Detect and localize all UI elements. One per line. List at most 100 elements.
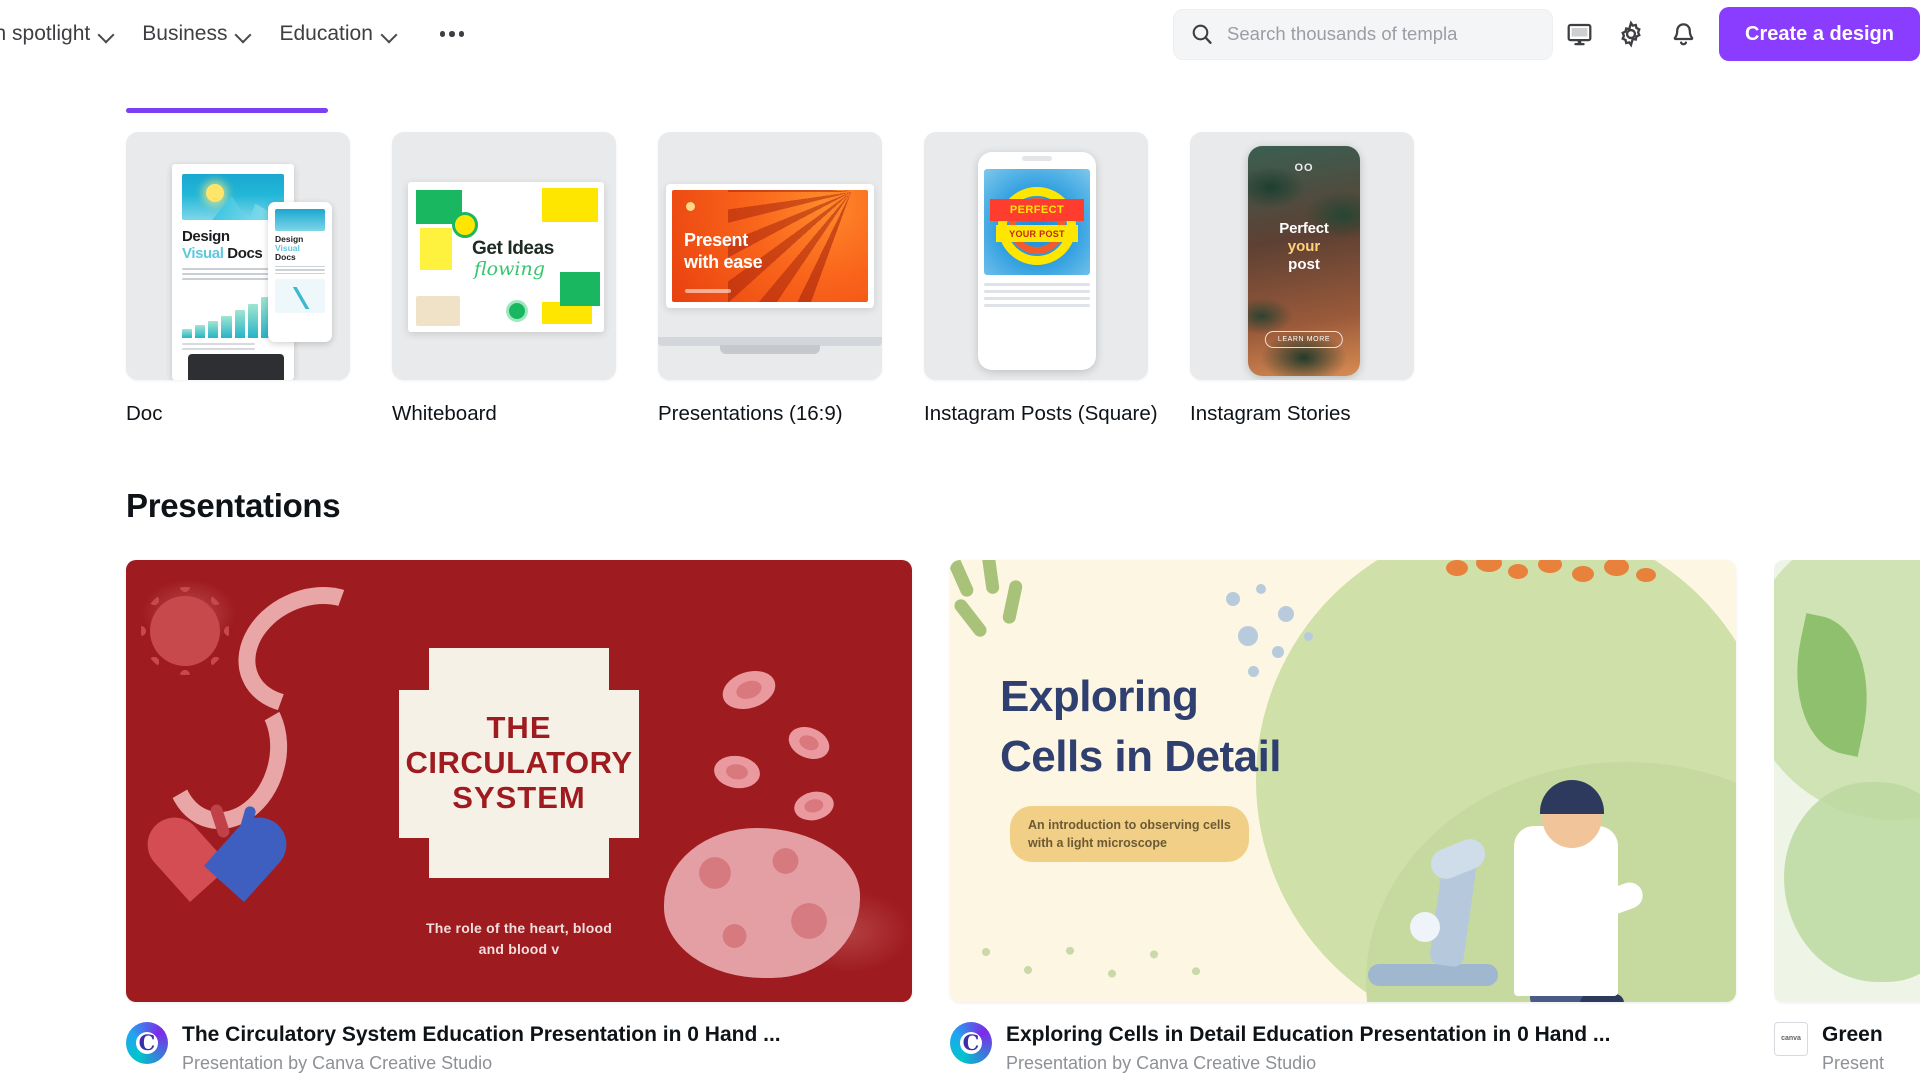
doc-phone-chart	[275, 279, 325, 314]
design-type-card-instagram-posts[interactable]: PERFECT YOUR POST Instagram Posts (Squar…	[924, 132, 1158, 426]
slide-subtitle-line1: The role of the heart, blood	[425, 920, 613, 936]
red-blood-cell	[711, 752, 763, 792]
doc-legend	[182, 343, 284, 350]
design-type-label: Instagram Posts (Square)	[924, 402, 1158, 425]
nav-item-design-spotlight[interactable]: esign spotlight	[0, 13, 128, 55]
cross-shape: THE CIRCULATORY SYSTEM	[399, 648, 639, 879]
design-type-label: Presentations (16:9)	[658, 402, 843, 425]
sun-icon	[206, 184, 224, 202]
post-preview: PERFECT YOUR POST	[984, 169, 1090, 275]
phone-feed-rows	[984, 283, 1090, 307]
template-author: Present	[1822, 1053, 1885, 1074]
post-band-1-text: PERFECT	[1009, 204, 1065, 216]
display-icon	[1567, 23, 1591, 45]
active-tab-indicator	[126, 108, 328, 113]
whiteboard-thumbnail: Get Ideas flowing	[392, 132, 616, 380]
presentations-row: THE CIRCULATORY SYSTEM The role of the h…	[126, 560, 1920, 1074]
microscope-knob	[1410, 912, 1440, 942]
red-blood-cell	[783, 721, 835, 765]
design-type-card-whiteboard[interactable]: Get Ideas flowing Whiteboard	[392, 132, 616, 426]
nav-item-label: Business	[142, 22, 228, 45]
template-meta: C The Circulatory System Education Prese…	[126, 1022, 912, 1074]
brand-logo-icon: canva	[1774, 1022, 1808, 1056]
design-type-label: Doc	[126, 402, 163, 425]
story-line2: your	[1287, 238, 1321, 255]
more-categories-button[interactable]	[429, 13, 475, 55]
design-type-label: Whiteboard	[392, 402, 497, 425]
create-a-design-button[interactable]: Create a design	[1719, 7, 1920, 61]
design-type-card-instagram-stories[interactable]: OO Perfect your post LEARN MORE Instagra…	[1190, 132, 1414, 426]
category-nav-group: esign spotlight Business Education	[0, 13, 475, 55]
virus-illustration	[141, 587, 229, 675]
display-icon-button[interactable]	[1553, 8, 1605, 60]
presentation-template-card[interactable]: THE CIRCULATORY SYSTEM The role of the h…	[126, 560, 912, 1074]
settings-button[interactable]	[1605, 8, 1657, 60]
chevron-down-icon	[236, 27, 251, 42]
ellipsis-dot	[449, 31, 455, 37]
presentation-thumbnail: Exploring Cells in Detail An introductio…	[950, 560, 1736, 1002]
brand-logo-text: canva	[1781, 1035, 1801, 1043]
template-author: Presentation by Canva Creative Studio	[182, 1053, 493, 1074]
instagram-artwork: PERFECT YOUR POST	[924, 132, 1148, 380]
orange-cells-cluster	[1446, 560, 1676, 624]
design-type-card-doc[interactable]: Design Visual Docs Design Visual Docs Do…	[126, 132, 350, 426]
slide-title-line2: CIRCULATORY	[405, 744, 633, 780]
story-line3: post	[1288, 256, 1320, 273]
canva-logo-letter: C	[962, 1030, 980, 1055]
slide-title-block: THE CIRCULATORY SYSTEM	[399, 648, 639, 878]
chevron-down-icon	[99, 27, 114, 42]
presentation-line1: Present	[684, 230, 748, 250]
presentation-thumbnail	[1774, 560, 1920, 1002]
template-title[interactable]: Exploring Cells in Detail Education Pres…	[1006, 1022, 1736, 1048]
nav-item-education[interactable]: Education	[265, 13, 410, 55]
slide-pill-line2: with a light microscope	[1028, 836, 1167, 851]
doc-artwork: Design Visual Docs Design Visual Docs	[126, 132, 350, 380]
doc-thumbnail: Design Visual Docs Design Visual Docs	[126, 132, 350, 380]
doc-phone-line3: Docs	[275, 251, 296, 262]
phone-notch	[1022, 156, 1052, 161]
slide-title-line1: Exploring	[1000, 672, 1199, 721]
microscope-base	[1368, 964, 1498, 986]
search-icon	[1192, 24, 1212, 44]
slide-preview: Present with ease	[672, 190, 868, 302]
presentations-thumbnail: Present with ease	[658, 132, 882, 380]
gear-icon	[1621, 20, 1641, 48]
instagram-stories-thumbnail: OO Perfect your post LEARN MORE	[1190, 132, 1414, 380]
post-band-2-text: YOUR POST	[1009, 228, 1065, 239]
red-blood-cell	[717, 664, 781, 716]
heart-illustration	[136, 802, 298, 916]
story-line1: Perfect	[1279, 220, 1329, 237]
laptop-foot	[720, 345, 820, 354]
search-box[interactable]	[1173, 8, 1554, 60]
nav-item-business[interactable]: Business	[128, 13, 265, 55]
slide-pill-line1: An introduction to observing cells	[1028, 818, 1231, 832]
circulatory-slide-art: THE CIRCULATORY SYSTEM The role of the h…	[126, 560, 912, 1002]
ellipsis-dot	[439, 31, 446, 37]
cells-slide-art: Exploring Cells in Detail An introductio…	[950, 560, 1736, 1002]
instagram-posts-thumbnail: PERFECT YOUR POST	[924, 132, 1148, 380]
story-logo: OO	[1294, 162, 1314, 174]
notifications-button[interactable]	[1657, 8, 1709, 60]
smiley-sticker-icon	[452, 212, 478, 238]
presentation-thumbnail: THE CIRCULATORY SYSTEM The role of the h…	[126, 560, 912, 1002]
search-input[interactable]	[1227, 23, 1537, 45]
story-artwork: OO Perfect your post LEARN MORE	[1190, 132, 1414, 380]
slide-title-line1: THE	[486, 710, 552, 746]
phone-mock: PERFECT YOUR POST	[978, 152, 1096, 370]
design-type-card-presentations[interactable]: Present with ease Presentations (16:9)	[658, 132, 882, 426]
whiteboard-artwork: Get Ideas flowing	[408, 182, 604, 332]
section-title-presentations: Presentations	[126, 487, 341, 524]
sticky-note-green	[560, 272, 600, 306]
leaf-illustration	[1779, 613, 1885, 757]
template-title[interactable]: Green	[1822, 1022, 1920, 1048]
sunburst-rays	[728, 190, 868, 302]
bell-icon	[1673, 22, 1693, 45]
presentation-template-card[interactable]: Exploring Cells in Detail An introductio…	[950, 560, 1736, 1074]
top-bar-actions: Create a design	[1173, 0, 1920, 68]
presentation-artwork: Present with ease	[658, 132, 882, 380]
template-title[interactable]: The Circulatory System Education Present…	[182, 1022, 912, 1048]
smiley-sticker-icon	[506, 300, 528, 322]
presentation-template-card[interactable]: canva Green Present	[1774, 560, 1920, 1074]
story-cta-button: LEARN MORE	[1264, 331, 1344, 348]
bamboo-illustration	[950, 560, 1064, 680]
